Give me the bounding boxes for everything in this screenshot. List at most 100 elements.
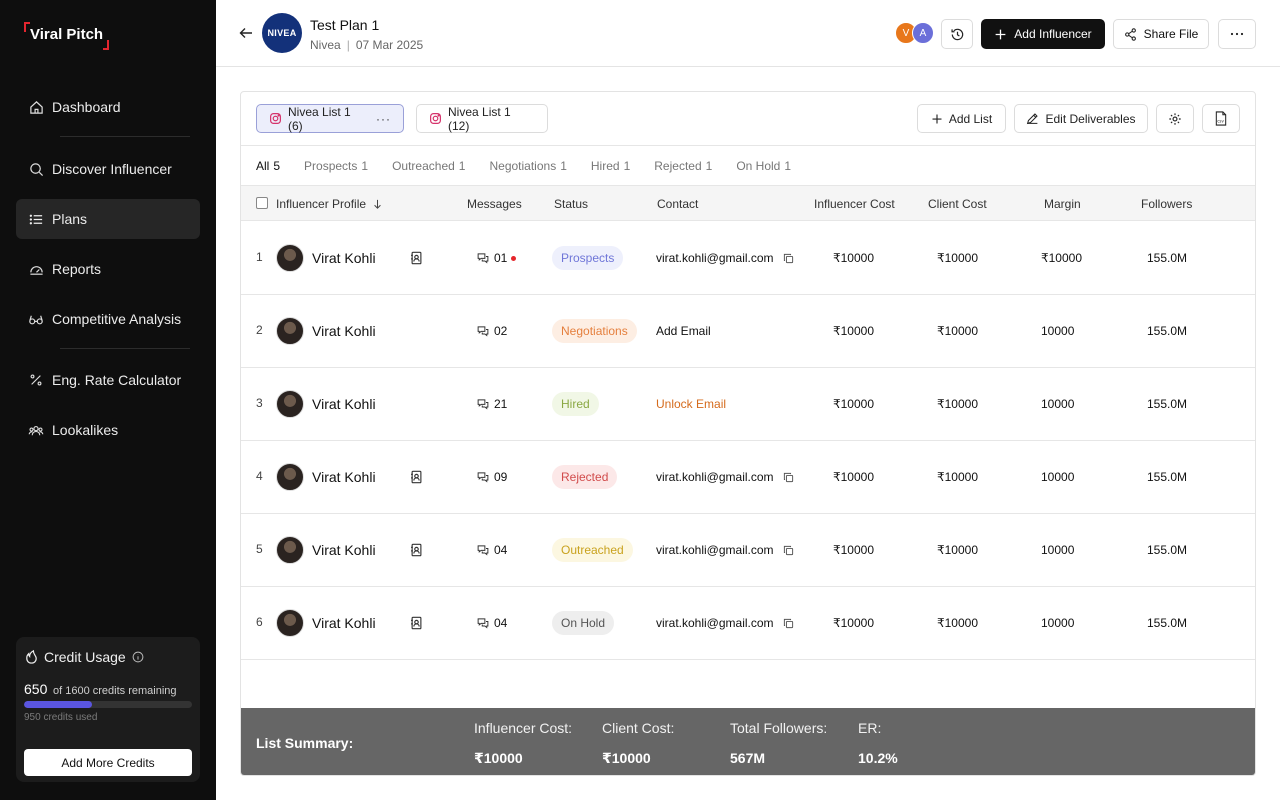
messages-count[interactable]: 21 xyxy=(477,397,507,411)
influencer-avatar[interactable] xyxy=(276,609,304,637)
info-icon[interactable] xyxy=(132,651,144,663)
plan-brand: Nivea xyxy=(310,38,341,52)
messages-count[interactable]: 04 xyxy=(477,543,507,557)
sidebar-item-eng-rate-calculator[interactable]: Eng. Rate Calculator xyxy=(16,360,200,400)
settings-button[interactable] xyxy=(1156,104,1194,133)
viral-pitch-logo[interactable]: Viral Pitch xyxy=(24,22,110,50)
plan-date: 07 Mar 2025 xyxy=(355,38,424,52)
sidebar: Viral Pitch Dashboard Discover Influence… xyxy=(0,0,216,800)
edit-deliverables-button[interactable]: Edit Deliverables xyxy=(1014,104,1148,133)
contact-card-icon[interactable] xyxy=(410,251,423,268)
add-list-button[interactable]: Add List xyxy=(917,104,1006,133)
glasses-icon xyxy=(28,311,44,327)
summary-er-label: ER: xyxy=(858,720,882,736)
table-row[interactable]: 4 Virat Kohli 09 Rejected virat.kohli@gmail.… xyxy=(241,441,1255,514)
list-tab-nivea-list-1[interactable]: Nivea List 1 (6) ··· xyxy=(256,104,404,133)
influencer-avatar[interactable] xyxy=(276,390,304,418)
table-row[interactable]: 2 Virat Kohli 02 Negotiations Add Email ₹1000… xyxy=(241,295,1255,368)
filter-tab-on-hold[interactable]: On Hold 1 xyxy=(736,159,791,173)
messages-value: 02 xyxy=(494,324,508,338)
messages-count[interactable]: 04 xyxy=(477,616,507,630)
filter-tab-prospects[interactable]: Prospects 1 xyxy=(304,159,368,173)
csv-export-button[interactable]: csv xyxy=(1202,104,1240,133)
sidebar-item-plans[interactable]: Plans xyxy=(16,199,200,239)
influencer-avatar[interactable] xyxy=(276,317,304,345)
contact-cell[interactable]: Unlock Email xyxy=(656,397,726,411)
list-tab-nivea-list-1-alt[interactable]: Nivea List 1 (12) xyxy=(416,104,548,133)
sidebar-item-dashboard[interactable]: Dashboard xyxy=(16,87,200,127)
filter-tab-outreached[interactable]: Outreached 1 xyxy=(392,159,465,173)
margin-value: 10000 xyxy=(1041,543,1075,557)
influencer-avatar[interactable] xyxy=(276,463,304,491)
copy-icon[interactable] xyxy=(783,618,794,629)
contact-value[interactable]: Add Email xyxy=(656,324,711,338)
nav-divider xyxy=(60,136,190,137)
contact-cell[interactable]: Add Email xyxy=(656,324,711,338)
instagram-icon xyxy=(429,112,442,125)
column-header-influencer-cost[interactable]: Influencer Cost xyxy=(814,197,895,211)
status-badge[interactable]: Prospects xyxy=(552,246,624,270)
filter-tab-all[interactable]: All 5 xyxy=(256,159,280,173)
column-header-margin[interactable]: Margin xyxy=(1044,197,1081,211)
avatar[interactable]: A xyxy=(912,22,934,44)
sort-arrow-icon[interactable] xyxy=(373,198,382,212)
messages-count[interactable]: 02 xyxy=(477,324,507,338)
add-more-credits-button[interactable]: Add More Credits xyxy=(24,749,192,776)
influencer-name[interactable]: Virat Kohli xyxy=(312,250,376,266)
influencer-avatar[interactable] xyxy=(276,536,304,564)
history-button[interactable] xyxy=(941,19,973,49)
sidebar-item-competitive-analysis[interactable]: Competitive Analysis xyxy=(16,299,200,339)
status-badge[interactable]: Rejected xyxy=(552,465,618,489)
credits-remaining-text: of 1600 credits remaining xyxy=(52,685,177,697)
column-header-messages[interactable]: Messages xyxy=(467,197,522,211)
contact-card-icon[interactable] xyxy=(410,543,423,560)
messages-count[interactable]: 01 xyxy=(477,251,517,265)
list-more-icon[interactable]: ··· xyxy=(376,112,391,126)
summary-influencer-cost-label: Influencer Cost: xyxy=(474,720,573,736)
filter-tab-hired[interactable]: Hired 1 xyxy=(591,159,630,173)
more-icon xyxy=(1230,32,1244,36)
messages-count[interactable]: 09 xyxy=(477,470,507,484)
contact-card-icon[interactable] xyxy=(410,616,423,633)
status-badge[interactable]: Hired xyxy=(552,392,599,416)
table-row[interactable]: 6 Virat Kohli 04 On Hold virat.kohli@gmail.c… xyxy=(241,587,1255,660)
influencer-avatar[interactable] xyxy=(276,244,304,272)
column-header-followers[interactable]: Followers xyxy=(1141,197,1192,211)
copy-icon[interactable] xyxy=(783,472,794,483)
influencer-name[interactable]: Virat Kohli xyxy=(312,615,376,631)
contact-card-icon[interactable] xyxy=(410,470,423,487)
more-options-button[interactable] xyxy=(1218,19,1256,49)
back-arrow-icon[interactable] xyxy=(238,25,254,41)
share-file-button[interactable]: Share File xyxy=(1113,19,1209,49)
column-header-contact[interactable]: Contact xyxy=(657,197,698,211)
table-row[interactable]: 3 Virat Kohli 21 Hired Unlock Email ₹10000 ₹10… xyxy=(241,368,1255,441)
sidebar-item-lookalikes[interactable]: Lookalikes xyxy=(16,410,200,450)
influencer-name[interactable]: Virat Kohli xyxy=(312,396,376,412)
contact-value[interactable]: Unlock Email xyxy=(656,397,726,411)
status-badge[interactable]: Negotiations xyxy=(552,319,637,343)
filter-tab-count: 1 xyxy=(705,159,713,173)
influencer-name[interactable]: Virat Kohli xyxy=(312,469,376,485)
filter-tab-count: 1 xyxy=(361,159,369,173)
influencer-name[interactable]: Virat Kohli xyxy=(312,323,376,339)
copy-icon[interactable] xyxy=(783,253,794,264)
status-badge[interactable]: On Hold xyxy=(552,611,615,635)
table-row[interactable]: 5 Virat Kohli 04 Outreached virat.kohli@gmai… xyxy=(241,514,1255,587)
status-badge[interactable]: Outreached xyxy=(552,538,633,562)
add-influencer-button[interactable]: Add Influencer xyxy=(981,19,1105,49)
logo-corner-icon xyxy=(24,22,30,32)
column-header-profile[interactable]: Influencer Profile xyxy=(276,197,382,212)
filter-tab-count: 1 xyxy=(784,159,792,173)
column-header-client-cost[interactable]: Client Cost xyxy=(928,197,987,211)
influencer-name[interactable]: Virat Kohli xyxy=(312,542,376,558)
margin-value: 10000 xyxy=(1041,397,1075,411)
sidebar-item-discover-influencer[interactable]: Discover Influencer xyxy=(16,149,200,189)
filter-tab-negotiations[interactable]: Negotiations 1 xyxy=(489,159,566,173)
client-cost-value: ₹10000 xyxy=(937,324,979,338)
table-row[interactable]: 1 Virat Kohli 01 Prospects virat.kohli@gmail… xyxy=(241,222,1255,295)
filter-tab-rejected[interactable]: Rejected 1 xyxy=(654,159,712,173)
column-header-status[interactable]: Status xyxy=(554,197,588,211)
select-all-checkbox[interactable] xyxy=(256,197,268,209)
copy-icon[interactable] xyxy=(783,545,794,556)
sidebar-item-reports[interactable]: Reports xyxy=(16,249,200,289)
